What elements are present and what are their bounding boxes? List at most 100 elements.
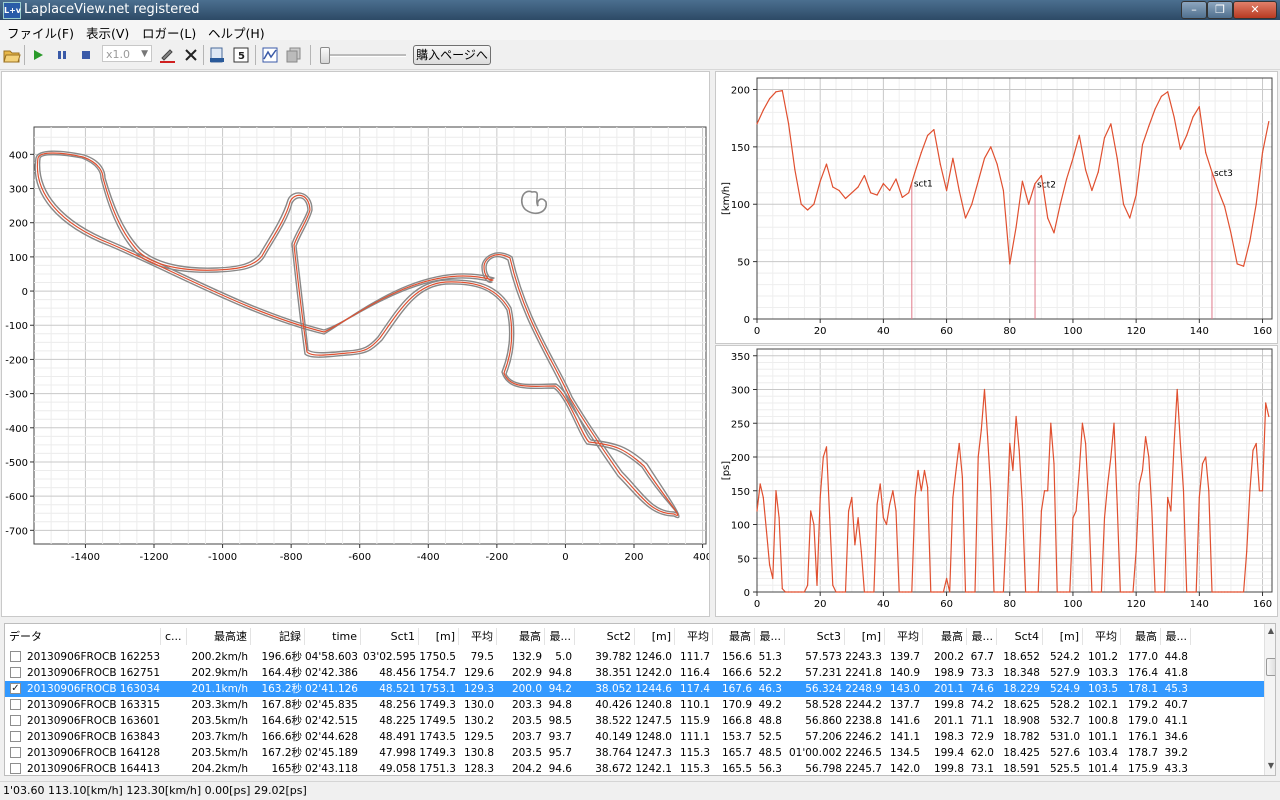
column-header[interactable]: Sct2: [575, 628, 635, 645]
graph-icon[interactable]: [260, 45, 280, 65]
table-cell: 203.5: [511, 747, 542, 759]
table-row[interactable]: 20130906FROCB 164128 203.5km/h 167.2秒 02'45…: [5, 745, 1265, 761]
chart-data-point: [781, 90, 783, 92]
chart-data-point: [1056, 591, 1058, 593]
pen-icon[interactable]: [157, 45, 177, 65]
copy-icon[interactable]: [284, 45, 304, 65]
menu-help[interactable]: ヘルプ(H): [208, 23, 265, 42]
chart-data-point: [816, 584, 818, 586]
table-row[interactable]: 20130906FROCB 163601 203.5km/h 164.6秒 02'42…: [5, 713, 1265, 729]
table-row[interactable]: 20130906FROCB 164413 204.2km/h 165秒 02'43.1…: [5, 761, 1265, 775]
chart-data-point: [1220, 591, 1223, 593]
column-header[interactable]: 最...: [1161, 628, 1191, 645]
column-header[interactable]: 記録: [251, 628, 305, 645]
column-header[interactable]: time: [305, 628, 361, 645]
column-header[interactable]: 平均: [459, 628, 497, 645]
table-scrollbar[interactable]: ▲ ▼: [1264, 624, 1275, 775]
row-checkbox[interactable]: [10, 731, 21, 742]
chart-data-point: [806, 209, 809, 211]
column-header[interactable]: Sct3: [785, 628, 845, 645]
pause-icon[interactable]: [52, 45, 72, 65]
speed-select[interactable]: x1.0 ▼: [102, 45, 152, 62]
row-checkbox[interactable]: [10, 699, 21, 710]
row-checkbox[interactable]: ✓: [10, 683, 21, 694]
column-header[interactable]: 最高: [497, 628, 545, 645]
row-checkbox[interactable]: [10, 651, 21, 662]
row-name-cell: 20130906FROCB 163601: [27, 715, 160, 727]
table-cell: 1242.0: [635, 667, 672, 679]
table-row[interactable]: 20130906FROCB 162253 200.2km/h 196.6秒 04'58…: [5, 649, 1265, 665]
sector-5-icon[interactable]: 5: [231, 45, 251, 65]
open-folder-icon[interactable]: [2, 45, 22, 65]
row-checkbox[interactable]: [10, 667, 21, 678]
column-header[interactable]: [m]: [845, 628, 885, 645]
chart-data-point: [1154, 591, 1156, 593]
column-header[interactable]: 平均: [885, 628, 923, 645]
stop-icon[interactable]: [76, 45, 96, 65]
table-row[interactable]: ✓ 20130906FROCB 163034 201.1km/h 163.2秒 02'4…: [5, 681, 1265, 697]
delete-icon[interactable]: [181, 45, 201, 65]
column-header[interactable]: データ: [5, 628, 161, 645]
column-header[interactable]: 最高速: [187, 628, 251, 645]
menu-view[interactable]: 表示(V): [86, 23, 129, 42]
row-checkbox[interactable]: [10, 715, 21, 726]
column-header[interactable]: 最...: [755, 628, 785, 645]
table-cell: 167.8秒: [261, 699, 302, 711]
column-header[interactable]: 平均: [675, 628, 713, 645]
chart-data-point: [911, 591, 913, 593]
column-header[interactable]: 最高: [1121, 628, 1161, 645]
scroll-down-icon[interactable]: ▼: [1265, 759, 1275, 773]
column-header[interactable]: 最高: [713, 628, 755, 645]
power-chart[interactable]: 0 20 40 60 80 100 120 140 160 350 300 250 200 150 100 5…: [716, 346, 1277, 616]
close-icon[interactable]: ✕: [1233, 1, 1277, 19]
chart-data-point: [1116, 157, 1118, 159]
chart-data-point: [1113, 422, 1115, 424]
scroll-up-icon[interactable]: ▲: [1265, 624, 1275, 638]
row-checkbox[interactable]: [10, 763, 21, 774]
column-header[interactable]: [m]: [635, 628, 675, 645]
speed-chart-panel: 0 20 40 60 80 100 120 140 160 200 150 100 50 0 [km/h] s…: [715, 71, 1278, 344]
table-cell: 2248.9: [845, 683, 882, 695]
buy-page-button[interactable]: 購入ページへ: [413, 45, 491, 65]
table-row[interactable]: 20130906FROCB 162751 202.9km/h 164.4秒 02'42…: [5, 665, 1265, 681]
slider-thumb[interactable]: [320, 47, 330, 64]
playback-slider[interactable]: [320, 47, 406, 64]
table-row[interactable]: 20130906FROCB 163315 203.3km/h 167.8秒 02'45…: [5, 697, 1265, 713]
column-header[interactable]: 平均: [1083, 628, 1121, 645]
export-icon[interactable]: [207, 45, 227, 65]
chart-data-point: [933, 591, 935, 593]
column-header[interactable]: 最...: [967, 628, 997, 645]
chart-data-point: [927, 134, 929, 136]
table-cell: 1751.3: [419, 763, 456, 775]
row-checkbox[interactable]: [10, 747, 21, 758]
table-cell: 94.2: [548, 683, 572, 695]
speed-chart[interactable]: 0 20 40 60 80 100 120 140 160 200 150 100 50 0 [km/h] s…: [716, 72, 1277, 343]
column-header[interactable]: [m]: [1043, 628, 1083, 645]
table-cell: 03'02.595: [363, 651, 416, 663]
table-cell: 103.5: [1087, 683, 1118, 695]
scroll-thumb[interactable]: [1266, 658, 1275, 676]
chart-data-point: [1078, 469, 1080, 472]
chart-data-point: [945, 577, 948, 580]
track-map[interactable]: -1400 -1200 -1000 -800 -600 -400 -200 0 200 40040…: [2, 72, 709, 616]
column-header[interactable]: Sct4: [997, 628, 1043, 645]
column-header[interactable]: [m]: [419, 628, 459, 645]
table-row[interactable]: 20130906FROCB 163843 203.7km/h 166.6秒 02'44…: [5, 729, 1265, 745]
menu-file[interactable]: ファイル(F): [7, 23, 74, 42]
menu-logger[interactable]: ロガー(L): [142, 23, 196, 42]
column-header[interactable]: 最...: [545, 628, 575, 645]
column-header[interactable]: Sct1: [361, 628, 419, 645]
chart-data-point: [1132, 591, 1134, 593]
maximize-icon[interactable]: ❐: [1207, 1, 1233, 19]
chart-data-point: [1255, 203, 1257, 205]
table-cell: 198.3: [933, 731, 964, 743]
table-cell: 1247.3: [635, 747, 672, 759]
minimize-icon[interactable]: –: [1181, 1, 1207, 19]
column-header[interactable]: 最高: [923, 628, 967, 645]
chart-data-point: [990, 490, 992, 492]
play-icon[interactable]: [28, 45, 48, 65]
chart-data-point: [892, 490, 894, 492]
table-cell: 103.3: [1087, 667, 1118, 679]
chart-data-point: [983, 157, 986, 159]
column-header[interactable]: c...: [161, 628, 187, 645]
